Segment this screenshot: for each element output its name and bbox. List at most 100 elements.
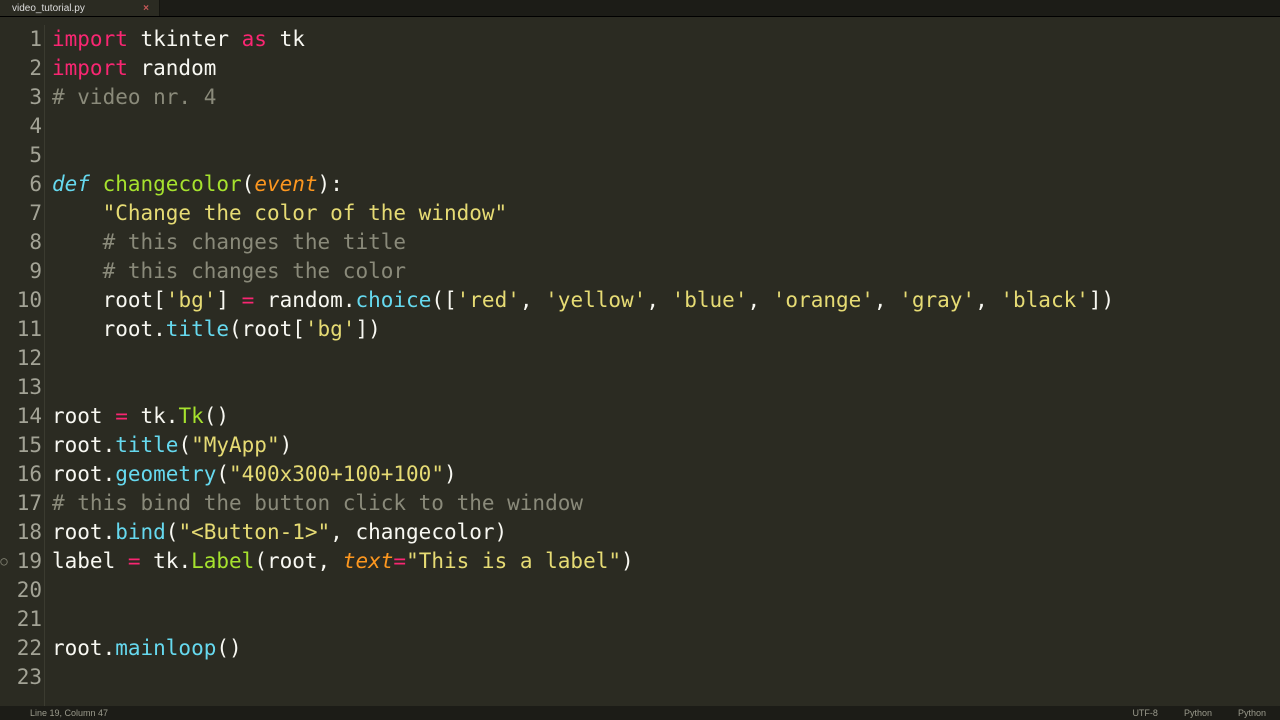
token-op: =	[393, 549, 406, 573]
token-str: 'red'	[457, 288, 520, 312]
token-nm: (root[	[229, 317, 305, 341]
token-def: def	[52, 172, 90, 196]
line-number: 2	[0, 54, 42, 83]
code-line[interactable]	[52, 576, 1280, 605]
token-nm: ,	[520, 288, 545, 312]
token-nm	[90, 172, 103, 196]
line-number: 16	[0, 460, 42, 489]
line-number: 14	[0, 402, 42, 431]
code-line[interactable]: root.geometry("400x300+100+100")	[52, 460, 1280, 489]
token-mth: title	[166, 317, 229, 341]
token-str: "<Button-1>"	[178, 520, 330, 544]
token-nm: random.	[254, 288, 355, 312]
line-number: 15	[0, 431, 42, 460]
code-line[interactable]: root.title(root['bg'])	[52, 315, 1280, 344]
line-number: 23	[0, 663, 42, 692]
token-nm: )	[621, 549, 634, 573]
gutter-border	[44, 25, 45, 706]
tab-filename: video_tutorial.py	[12, 3, 85, 14]
token-nm: root.	[52, 317, 166, 341]
code-line[interactable]: # this changes the color	[52, 257, 1280, 286]
token-mth: mainloop	[115, 636, 216, 660]
token-nm: ()	[216, 636, 241, 660]
editor-area[interactable]: 1234567891011121314151617181920212223 im…	[0, 17, 1280, 706]
token-str: "MyApp"	[191, 433, 280, 457]
code-line[interactable]: root.mainloop()	[52, 634, 1280, 663]
token-nm: tk.	[141, 549, 192, 573]
token-nm: ])	[1089, 288, 1114, 312]
code-line[interactable]	[52, 373, 1280, 402]
token-mth: choice	[355, 288, 431, 312]
code-line[interactable]: root['bg'] = random.choice(['red', 'yell…	[52, 286, 1280, 315]
token-prm: event	[254, 172, 317, 196]
code-line[interactable]	[52, 663, 1280, 692]
token-str: "Change the color of the window"	[103, 201, 508, 225]
token-nm: , changecolor)	[330, 520, 507, 544]
token-str: 'blue'	[672, 288, 748, 312]
code-line[interactable]	[52, 344, 1280, 373]
token-nm: label	[52, 549, 128, 573]
token-nm: ]	[216, 288, 241, 312]
code-content[interactable]: import tkinter as tkimport random# video…	[52, 25, 1280, 692]
token-nm: ()	[204, 404, 229, 428]
token-nm: root[	[52, 288, 166, 312]
token-op: =	[128, 549, 141, 573]
code-line[interactable]: root.title("MyApp")	[52, 431, 1280, 460]
file-tab[interactable]: video_tutorial.py ×	[0, 0, 160, 16]
token-nm	[52, 259, 103, 283]
code-line[interactable]	[52, 605, 1280, 634]
line-number: 7	[0, 199, 42, 228]
code-line[interactable]: # video nr. 4	[52, 83, 1280, 112]
token-cmt: # this changes the title	[103, 230, 406, 254]
line-number: 8	[0, 228, 42, 257]
token-nm: ])	[355, 317, 380, 341]
token-mth: title	[115, 433, 178, 457]
code-line[interactable]: root.bind("<Button-1>", changecolor)	[52, 518, 1280, 547]
token-nm: ):	[318, 172, 343, 196]
token-nm: random	[128, 56, 217, 80]
status-language[interactable]: Python	[1238, 708, 1266, 718]
code-line[interactable]: # this bind the button click to the wind…	[52, 489, 1280, 518]
status-syntax[interactable]: Python	[1184, 708, 1212, 718]
status-bar: Line 19, Column 47 UTF-8 Python Python	[0, 706, 1280, 720]
token-cmt: # this changes the color	[103, 259, 406, 283]
line-number: 22	[0, 634, 42, 663]
token-kw2: import	[52, 27, 128, 51]
gutter-marker-icon: ○	[1, 547, 7, 576]
token-str: "400x300+100+100"	[229, 462, 444, 486]
token-nm: (	[216, 462, 229, 486]
code-line[interactable]: # this changes the title	[52, 228, 1280, 257]
tab-bar: video_tutorial.py ×	[0, 0, 1280, 17]
code-line[interactable]: def changecolor(event):	[52, 170, 1280, 199]
token-prm: text	[343, 549, 394, 573]
line-number: 11	[0, 315, 42, 344]
token-nm: )	[444, 462, 457, 486]
token-str: 'yellow'	[545, 288, 646, 312]
line-number: 5	[0, 141, 42, 170]
token-nm: ([	[431, 288, 456, 312]
line-number: 20	[0, 576, 42, 605]
token-nm: (root,	[254, 549, 343, 573]
code-line[interactable]: root = tk.Tk()	[52, 402, 1280, 431]
code-line[interactable]: "Change the color of the window"	[52, 199, 1280, 228]
token-cmt: # video nr. 4	[52, 85, 216, 109]
line-number: 3	[0, 83, 42, 112]
line-number: 21	[0, 605, 42, 634]
token-str: 'bg'	[305, 317, 356, 341]
token-fn: changecolor	[103, 172, 242, 196]
code-line[interactable]: import tkinter as tk	[52, 25, 1280, 54]
code-line[interactable]: import random	[52, 54, 1280, 83]
token-nm: ,	[975, 288, 1000, 312]
code-line[interactable]	[52, 141, 1280, 170]
status-cursor-position[interactable]: Line 19, Column 47	[30, 708, 108, 718]
token-nm: tk.	[128, 404, 179, 428]
line-number: 17	[0, 489, 42, 518]
line-number-gutter: 1234567891011121314151617181920212223	[0, 25, 44, 692]
status-encoding[interactable]: UTF-8	[1132, 708, 1158, 718]
token-str: 'bg'	[166, 288, 217, 312]
close-icon[interactable]: ×	[143, 3, 149, 14]
code-line[interactable]: ○label = tk.Label(root, text="This is a …	[52, 547, 1280, 576]
code-line[interactable]	[52, 112, 1280, 141]
token-nm: root.	[52, 636, 115, 660]
line-number: 4	[0, 112, 42, 141]
